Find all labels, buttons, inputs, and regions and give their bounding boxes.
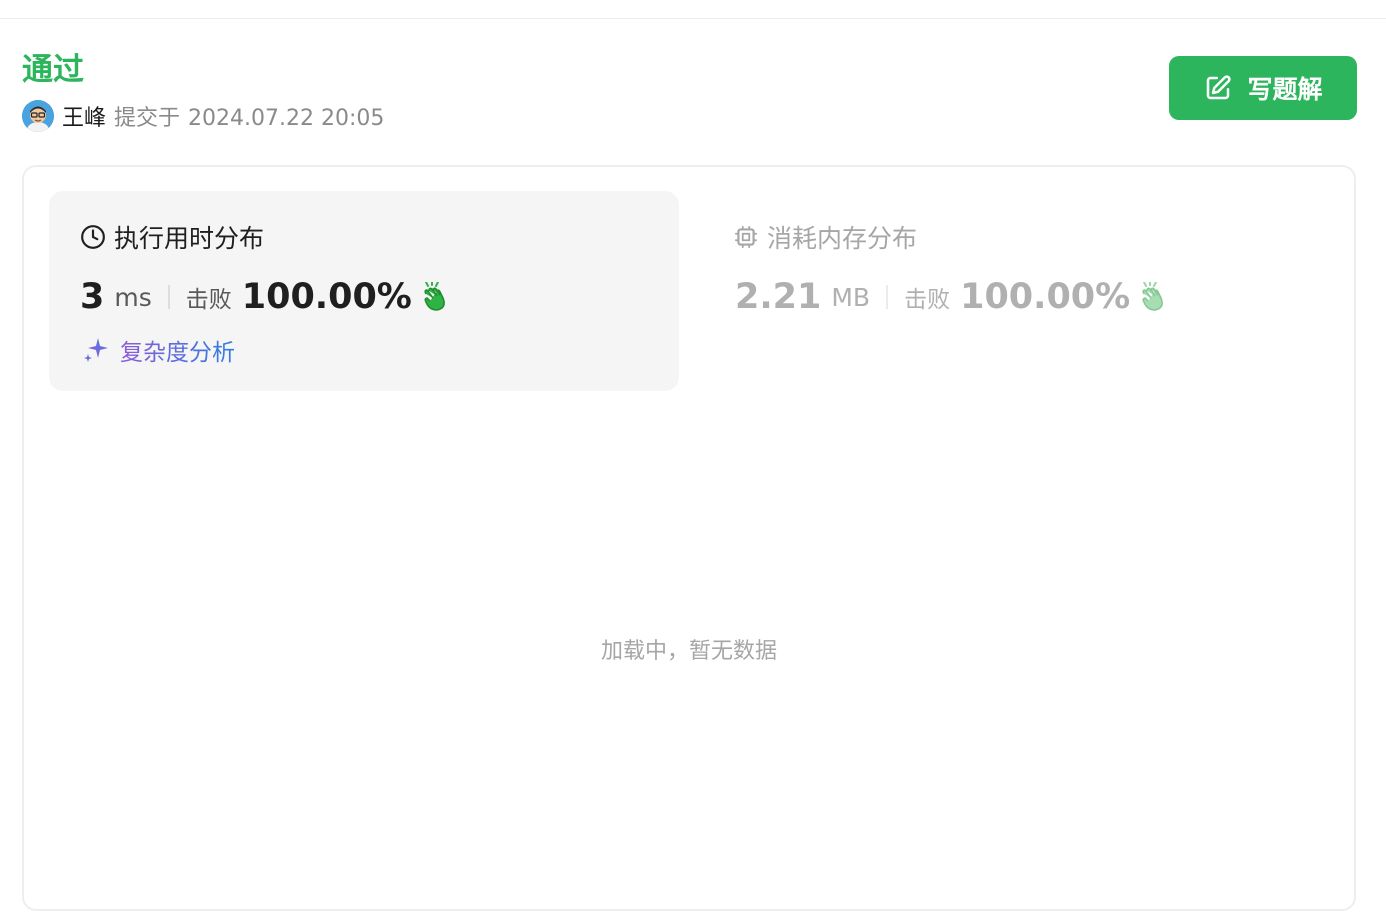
runtime-beats-percent: 100.00% (241, 277, 412, 317)
username[interactable]: 王峰 (62, 100, 106, 132)
complexity-analysis-link[interactable]: 复杂度分析 (82, 333, 235, 367)
top-divider (0, 18, 1386, 19)
clap-icon (424, 282, 445, 311)
chip-icon (735, 226, 757, 248)
memory-beats-label: 击败 (904, 287, 951, 313)
memory-metric: 2.21 MB 击败 100.00% (735, 277, 1170, 317)
runtime-metric: 3 ms 击败 100.00% (80, 277, 452, 317)
avatar[interactable] (22, 100, 54, 132)
memory-title-text: 消耗内存分布 (767, 224, 918, 253)
memory-beats-percent: 100.00% (960, 277, 1131, 317)
runtime-value: 3 (80, 277, 105, 317)
runtime-title: 执行用时分布 (80, 219, 264, 255)
complexity-analysis-label: 复杂度分析 (120, 333, 235, 367)
memory-unit: MB (831, 282, 871, 312)
result-panel: 执行用时分布 3 ms 击败 100.00% 复杂度分析 消耗内存分布 2.21… (22, 165, 1356, 911)
write-solution-label: 写题解 (1247, 75, 1323, 104)
write-solution-button[interactable]: 写题解 (1169, 56, 1357, 120)
sparkle-icon (84, 338, 108, 362)
metric-divider (167, 285, 170, 309)
memory-value: 2.21 (735, 277, 822, 317)
metric-divider (886, 285, 889, 309)
edit-icon (1207, 75, 1232, 100)
runtime-card[interactable]: 执行用时分布 3 ms 击败 100.00% 复杂度分析 (49, 191, 679, 391)
submitted-at: 2024.07.22 20:05 (188, 106, 385, 131)
runtime-unit: ms (114, 282, 152, 312)
submission-status: 通过 (22, 52, 84, 88)
avatar-image (22, 100, 54, 132)
memory-title[interactable]: 消耗内存分布 (733, 219, 917, 255)
submitted-label: 提交于 (114, 106, 181, 131)
runtime-beats-label: 击败 (185, 287, 232, 313)
clap-icon (1142, 282, 1164, 311)
submission-meta: 王峰 提交于 2024.07.22 20:05 (22, 100, 392, 132)
runtime-title-text: 执行用时分布 (114, 224, 265, 253)
chart-loading-text: 加载中，暂无数据 (600, 639, 777, 664)
clock-icon (81, 225, 105, 249)
submission-time: 提交于 2024.07.22 20:05 (114, 100, 392, 132)
